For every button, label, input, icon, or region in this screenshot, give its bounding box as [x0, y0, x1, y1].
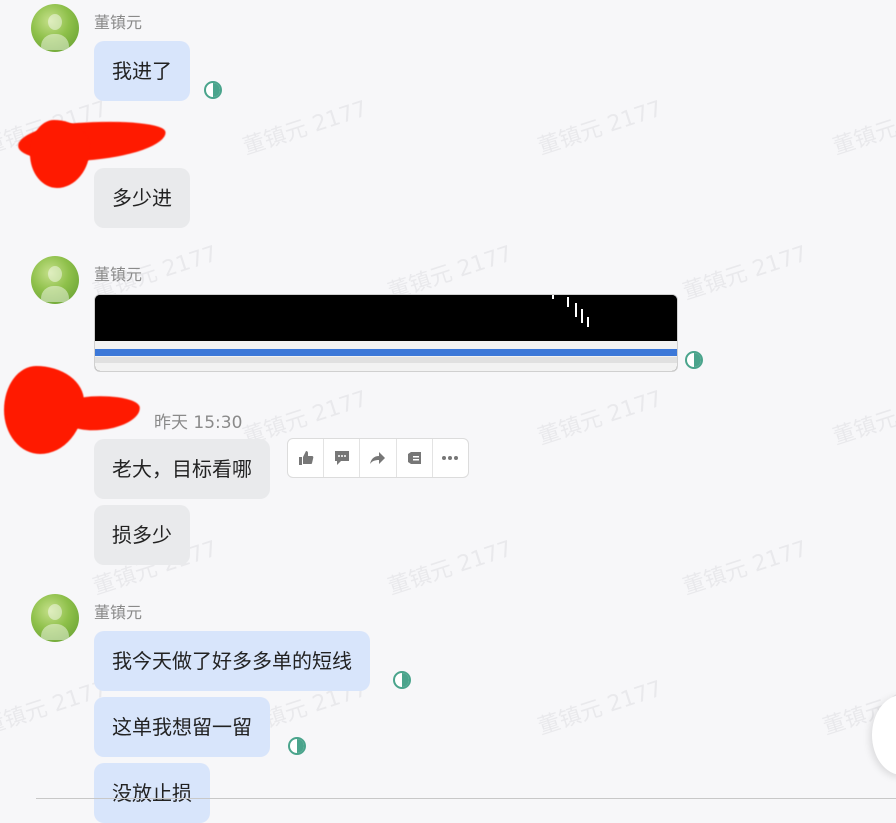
watermark: 董镇元 2177: [535, 676, 666, 741]
avatar-head: [48, 14, 62, 30]
read-status-icon: [685, 351, 703, 369]
watermark: 董镇元 2177: [680, 241, 811, 306]
candle: [552, 295, 554, 299]
thumbs-up-icon[interactable]: [288, 439, 325, 477]
avatar[interactable]: [31, 256, 79, 304]
message-time: 昨天 15:30: [154, 413, 243, 433]
input-area-border: [36, 798, 896, 802]
watermark: 董镇元 2177: [240, 96, 371, 161]
chart-area: [95, 295, 677, 341]
sender-name: 董镇元: [94, 603, 143, 622]
message-bubble[interactable]: 这单我想留一留: [94, 697, 270, 757]
candle: [567, 297, 569, 307]
sender-name: 董镇元: [94, 13, 143, 32]
candle: [587, 317, 589, 327]
sender-name: 董镇元: [94, 265, 143, 284]
avatar[interactable]: [31, 4, 79, 52]
message-bubble[interactable]: 没放止损: [94, 763, 210, 823]
avatar-shoulders: [41, 286, 69, 302]
candle: [581, 309, 583, 323]
message-bubble[interactable]: 我今天做了好多多单的短线: [94, 631, 370, 691]
message-actions-toolbar: [287, 438, 469, 478]
more-icon[interactable]: [433, 439, 468, 477]
candle: [575, 303, 577, 317]
message-bubble[interactable]: 损多少: [94, 505, 190, 565]
comment-icon[interactable]: [324, 439, 361, 477]
read-status-icon: [204, 81, 222, 99]
forward-icon[interactable]: [360, 439, 397, 477]
watermark: 董镇元 2177: [385, 536, 516, 601]
watermark: 董镇元 2177: [830, 387, 896, 451]
trade-table: [95, 341, 677, 371]
avatar[interactable]: [31, 594, 79, 642]
message-bubble[interactable]: 多少进: [94, 168, 190, 228]
avatar-head: [48, 604, 62, 620]
avatar-head: [48, 266, 62, 282]
message-bubble[interactable]: 我进了: [94, 41, 190, 101]
table-row-highlighted: [95, 349, 677, 356]
trading-screenshot-image[interactable]: [94, 294, 678, 372]
watermark: 董镇元 2177: [830, 97, 896, 161]
floating-action-button[interactable]: [872, 695, 896, 775]
redaction-scribble: [30, 120, 90, 188]
avatar-shoulders: [41, 34, 69, 50]
chat-panel: 董镇元 2177 董镇元 2177 董镇元 2177 董镇元 2177 董镇元 …: [0, 0, 896, 823]
watermark: 董镇元 2177: [680, 536, 811, 601]
message-bubble[interactable]: 老大，目标看哪: [94, 439, 270, 499]
watermark: 董镇元 2177: [535, 386, 666, 451]
watermark: 董镇元 2177: [535, 96, 666, 161]
quote-icon[interactable]: [397, 439, 433, 477]
read-status-icon: [288, 737, 306, 755]
avatar-shoulders: [41, 624, 69, 640]
table-row-summary: [95, 357, 677, 363]
read-status-icon: [393, 671, 411, 689]
